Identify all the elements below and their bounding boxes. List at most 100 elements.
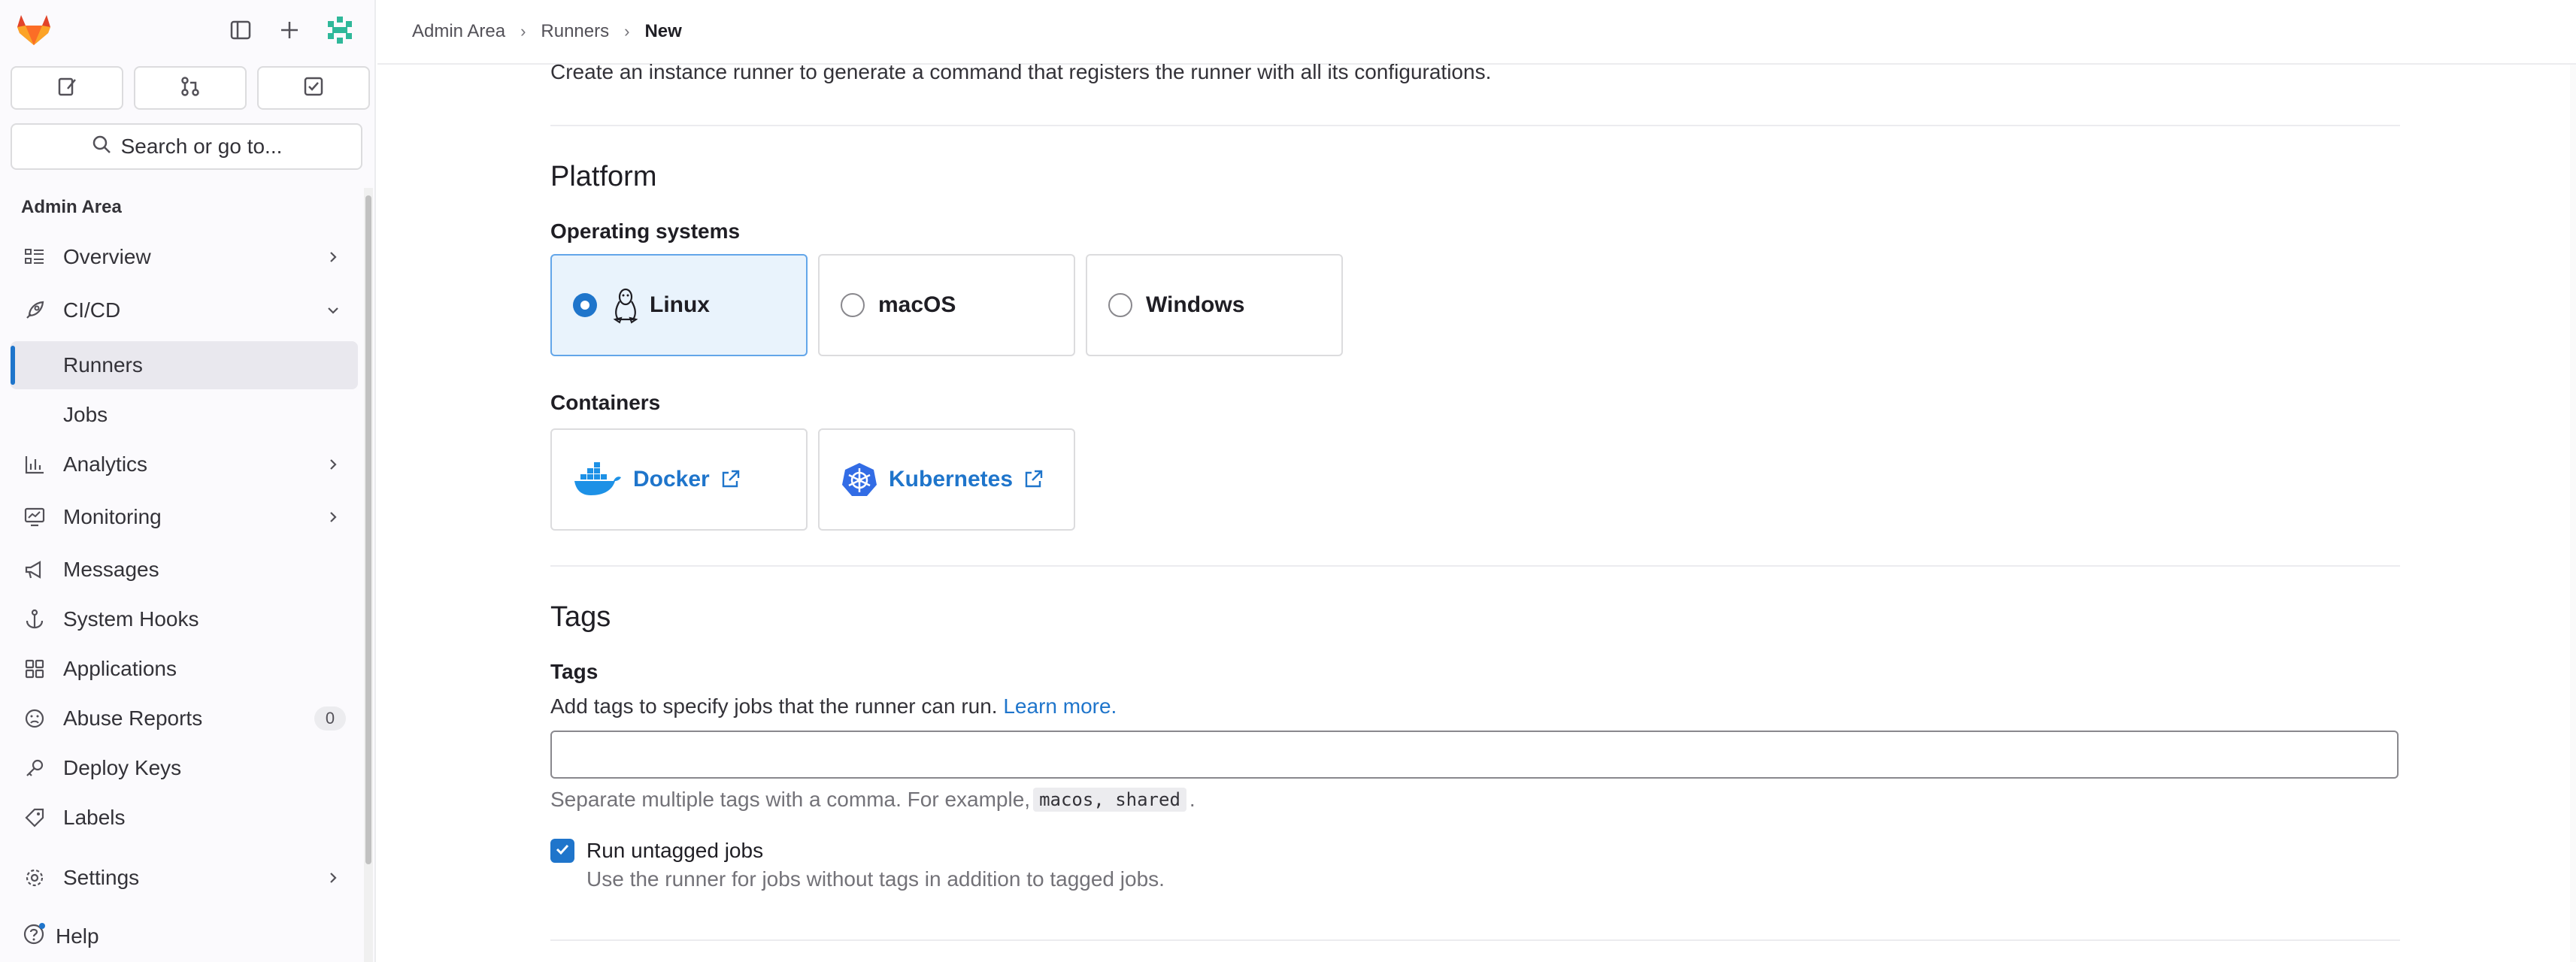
radio-windows[interactable] bbox=[1108, 293, 1132, 317]
search-icon bbox=[91, 134, 112, 160]
quick-actions bbox=[11, 66, 370, 110]
tags-heading: Tags bbox=[550, 601, 611, 633]
chevron-right-icon bbox=[322, 453, 344, 476]
breadcrumb-runners[interactable]: Runners bbox=[541, 21, 609, 42]
breadcrumb: Admin Area › Runners › New bbox=[377, 0, 2576, 65]
sidebar-item-label: Runners bbox=[63, 353, 143, 377]
help-label: Help bbox=[56, 924, 99, 948]
sidebar-item-label: CI/CD bbox=[63, 298, 121, 322]
helper-prefix: Separate multiple tags with a comma. For… bbox=[550, 788, 1031, 811]
container-docker-link[interactable]: Docker bbox=[550, 428, 808, 531]
chevron-right-icon bbox=[322, 506, 344, 528]
page-scrollbar[interactable] bbox=[2570, 65, 2576, 962]
rocket-icon bbox=[21, 297, 48, 324]
docker-label: Docker bbox=[633, 467, 710, 492]
tags-desc-text: Add tags to specify jobs that the runner… bbox=[550, 694, 998, 718]
sidebar-item-label: Abuse Reports bbox=[63, 706, 203, 730]
anchor-icon bbox=[21, 606, 48, 633]
os-option-linux[interactable]: Linux bbox=[550, 254, 808, 356]
sidebar-scrollbar[interactable] bbox=[364, 188, 373, 962]
chevron-right-icon bbox=[322, 867, 344, 889]
run-untagged-label[interactable]: Run untagged jobs bbox=[586, 839, 763, 863]
sidebar-item-label: Labels bbox=[63, 806, 126, 829]
sidebar-item-label: Analytics bbox=[63, 452, 148, 476]
radio-macos[interactable] bbox=[841, 293, 865, 317]
merge-request-icon bbox=[179, 75, 202, 101]
sidebar-item-system-hooks[interactable]: System Hooks bbox=[11, 595, 358, 643]
todo-icon bbox=[302, 75, 325, 101]
kubernetes-icon bbox=[841, 461, 878, 498]
chevron-down-icon bbox=[322, 299, 344, 322]
breadcrumb-new[interactable]: New bbox=[644, 21, 681, 42]
sidebar-item-label: Deploy Keys bbox=[63, 756, 182, 779]
sidebar-item-analytics[interactable]: Analytics bbox=[11, 440, 358, 489]
os-label-windows: Windows bbox=[1146, 292, 1245, 317]
os-option-windows[interactable]: Windows bbox=[1086, 254, 1343, 356]
sidebar-item-settings[interactable]: Settings bbox=[11, 854, 358, 902]
helper-code: macos, shared bbox=[1033, 788, 1186, 812]
helper-suffix: . bbox=[1189, 788, 1196, 811]
tags-helper: Separate multiple tags with a comma. For… bbox=[550, 788, 1196, 812]
sidebar-item-cicd[interactable]: CI/CD bbox=[11, 286, 358, 334]
issues-button[interactable] bbox=[11, 66, 123, 110]
sidebar-item-applications[interactable]: Applications bbox=[11, 645, 358, 693]
merge-requests-button[interactable] bbox=[134, 66, 247, 110]
radio-linux[interactable] bbox=[573, 293, 597, 317]
chevron-right-icon bbox=[322, 246, 344, 268]
tags-input[interactable] bbox=[550, 731, 2399, 779]
breadcrumb-admin-area[interactable]: Admin Area bbox=[412, 21, 505, 42]
grid-icon bbox=[21, 655, 48, 682]
sidebar-item-overview[interactable]: Overview bbox=[11, 233, 358, 281]
label-icon bbox=[21, 804, 48, 831]
help-button[interactable]: Help bbox=[23, 921, 99, 951]
help-icon bbox=[23, 921, 47, 951]
sidebar-item-messages[interactable]: Messages bbox=[11, 546, 358, 594]
divider bbox=[550, 939, 2400, 941]
checkmark-icon bbox=[554, 841, 571, 861]
os-option-macos[interactable]: macOS bbox=[818, 254, 1075, 356]
external-link-icon bbox=[1022, 468, 1044, 491]
sidebar-item-label: Messages bbox=[63, 558, 159, 581]
sidebar-item-deploy-keys[interactable]: Deploy Keys bbox=[11, 744, 358, 792]
overview-icon bbox=[21, 244, 48, 271]
kubernetes-label: Kubernetes bbox=[889, 467, 1014, 492]
avatar[interactable] bbox=[325, 15, 355, 45]
gitlab-logo[interactable] bbox=[15, 11, 53, 48]
sidebar-item-label: Overview bbox=[63, 245, 151, 268]
search-button[interactable]: Search or go to... bbox=[11, 123, 362, 170]
sad-face-icon bbox=[21, 705, 48, 732]
run-untagged-checkbox[interactable] bbox=[550, 839, 574, 863]
container-kubernetes-link[interactable]: Kubernetes bbox=[818, 428, 1075, 531]
sidebar-toggle-icon[interactable] bbox=[226, 15, 256, 45]
search-label: Search or go to... bbox=[120, 135, 283, 158]
scroll-thumb[interactable] bbox=[365, 195, 371, 864]
tags-description: Add tags to specify jobs that the runner… bbox=[550, 694, 1117, 718]
run-untagged-help: Use the runner for jobs without tags in … bbox=[586, 867, 1165, 891]
gear-icon bbox=[21, 864, 48, 891]
count-badge: 0 bbox=[314, 706, 346, 731]
sidebar-item-label: Applications bbox=[63, 657, 177, 680]
sidebar-item-runners[interactable]: Runners bbox=[11, 341, 358, 389]
todos-button[interactable] bbox=[257, 66, 370, 110]
intro-text: Create an instance runner to generate a … bbox=[550, 60, 1492, 83]
key-icon bbox=[21, 755, 48, 782]
sidebar-item-jobs[interactable]: Jobs bbox=[11, 391, 358, 439]
sidebar-item-label: Settings bbox=[63, 866, 140, 889]
chevron-right-icon: › bbox=[624, 22, 630, 41]
sidebar-item-labels[interactable]: Labels bbox=[11, 794, 358, 842]
os-label-macos: macOS bbox=[878, 292, 956, 317]
divider bbox=[550, 565, 2400, 567]
sidebar-item-label: Monitoring bbox=[63, 505, 162, 528]
issues-icon bbox=[56, 75, 78, 101]
docker-icon bbox=[573, 461, 623, 498]
external-link-icon bbox=[719, 468, 741, 491]
platform-heading: Platform bbox=[550, 161, 657, 192]
sidebar-item-label: Jobs bbox=[63, 403, 108, 426]
plus-icon[interactable] bbox=[274, 15, 305, 45]
sidebar-item-abuse-reports[interactable]: Abuse Reports 0 bbox=[11, 694, 358, 743]
learn-more-link[interactable]: Learn more. bbox=[1003, 694, 1117, 718]
linux-icon bbox=[611, 286, 641, 324]
chart-icon bbox=[21, 451, 48, 478]
section-title: Admin Area bbox=[21, 197, 122, 217]
sidebar-item-monitoring[interactable]: Monitoring bbox=[11, 493, 358, 541]
